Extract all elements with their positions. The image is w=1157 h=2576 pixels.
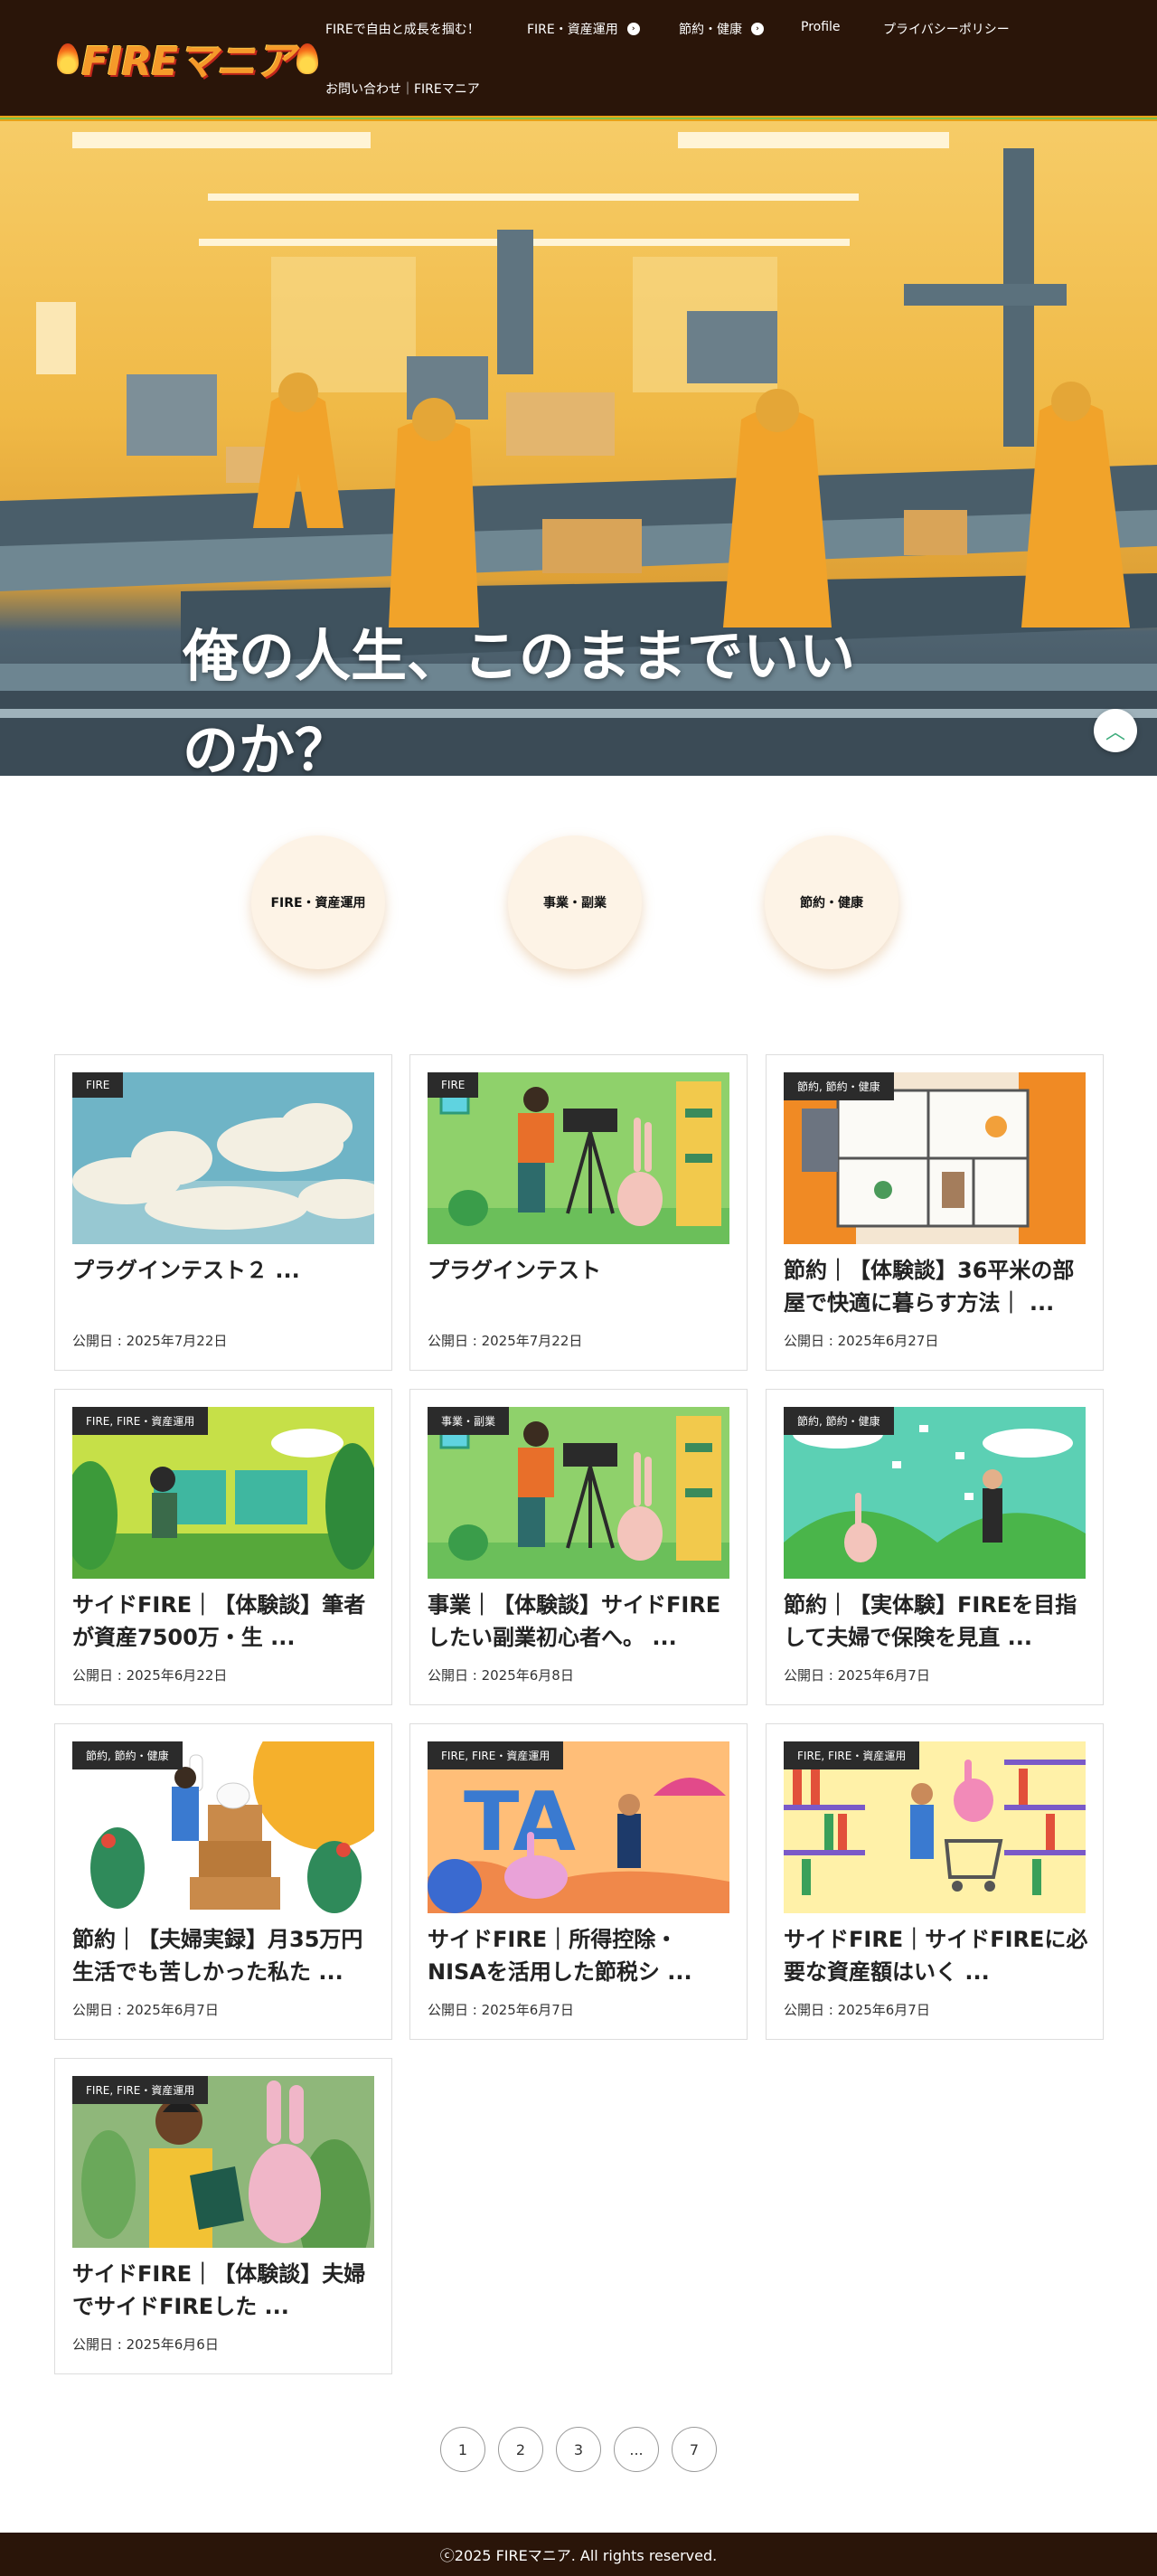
pagination-ellipsis: ... (614, 2427, 659, 2472)
nav-label: FIREで自由と成長を掴む！ (325, 23, 480, 37)
nav-label: FIRE・資産運用 (527, 23, 618, 37)
post-title[interactable]: 事業｜【体験談】サイドFIREしたい副業初心者へ。 ... (428, 1589, 733, 1654)
hero-banner: 俺の人生、このままでいいのか？ ︿ (0, 121, 1157, 776)
site-footer: ⓒ2025 FIREマニア. All rights reserved. (0, 2533, 1157, 2576)
post-date: 公開日 : 2025年6月22日 (72, 1667, 228, 1684)
page-button-1[interactable]: 1 (440, 2427, 485, 2472)
chevron-right-icon: › (626, 23, 640, 35)
post-date: 公開日 : 2025年6月7日 (72, 2002, 219, 2018)
nav-item-home[interactable]: FIREで自由と成長を掴む！ (325, 20, 480, 38)
footer-copyright: ⓒ2025 FIREマニア. All rights reserved. (439, 2547, 718, 2564)
post-category-tag[interactable]: 事業・副業 (428, 1407, 510, 1435)
post-card[interactable]: 節約, 節約・健康節約｜【夫婦実録】月35万円生活でも苦しかった私た ... 公開… (54, 1723, 392, 2040)
post-card[interactable]: FIRE, FIRE・資産運用サイドFIRE｜サイドFIREに必要な資産額はいく… (766, 1723, 1104, 2040)
post-category-tag[interactable]: 節約, 節約・健康 (72, 1741, 183, 1769)
page-button-2[interactable]: 2 (498, 2427, 543, 2472)
post-date: 公開日 : 2025年6月7日 (428, 2002, 574, 2018)
logo-text: FIREマニア (81, 39, 295, 85)
chevron-right-icon: › (751, 23, 764, 35)
post-card[interactable]: 節約, 節約・健康節約｜【実体験】FIREを目指して夫婦で保険を見直 ... 公開… (766, 1389, 1104, 1705)
nav-label: お問い合わせ｜FIREマニア (325, 82, 480, 97)
post-category-tag[interactable]: 節約, 節約・健康 (784, 1072, 894, 1100)
category-saving-health[interactable]: 節約・健康 (765, 835, 898, 969)
nav-item-profile[interactable]: Profile (801, 20, 841, 34)
category-business-sidejob[interactable]: 事業・副業 (508, 835, 642, 969)
post-category-tag[interactable]: 節約, 節約・健康 (784, 1407, 894, 1435)
post-title[interactable]: プラグインテスト２ ... (72, 1254, 378, 1287)
post-title[interactable]: 節約｜【夫婦実録】月35万円生活でも苦しかった私た ... (72, 1923, 378, 1988)
main-nav: FIREで自由と成長を掴む！ FIRE・資産運用 › 節約・健康 › Profi… (325, 0, 1139, 116)
post-category-tag[interactable]: FIRE, FIRE・資産運用 (784, 1741, 920, 1769)
nav-label: Profile (801, 20, 841, 34)
post-date: 公開日 : 2025年6月7日 (784, 1667, 930, 1684)
post-date: 公開日 : 2025年7月22日 (72, 1333, 228, 1349)
post-card[interactable]: 事業・副業事業｜【体験談】サイドFIREしたい副業初心者へ。 ... 公開日 : … (409, 1389, 748, 1705)
svg-text:TA: TA (464, 1775, 576, 1870)
post-date: 公開日 : 2025年6月27日 (784, 1333, 939, 1349)
post-title[interactable]: 節約｜【実体験】FIREを目指して夫婦で保険を見直 ... (784, 1589, 1089, 1654)
nav-item-privacy-policy[interactable]: プライバシーポリシー (883, 20, 1010, 38)
post-date: 公開日 : 2025年7月22日 (428, 1333, 583, 1349)
post-title[interactable]: サイドFIRE｜サイドFIREに必要な資産額はいく ... (784, 1923, 1089, 1988)
post-card[interactable]: TA FIRE, FIRE・資産運用サイドFIRE｜所得控除・NISAを活用した節… (409, 1723, 748, 2040)
nav-item-fire-investment[interactable]: FIRE・資産運用 › (527, 20, 640, 38)
post-thumbnail[interactable] (428, 1072, 729, 1244)
post-card[interactable]: FIRE, FIRE・資産運用サイドFIRE｜【体験談】夫婦でサイドFIREした… (54, 2058, 392, 2374)
site-logo[interactable]: FIREマニア (54, 33, 321, 85)
post-card[interactable]: FIRE, FIRE・資産運用サイドFIRE｜【体験談】筆者が資産7500万・生… (54, 1389, 392, 1705)
post-title[interactable]: サイドFIRE｜【体験談】筆者が資産7500万・生 ... (72, 1589, 378, 1654)
flame-icon (294, 40, 321, 76)
post-category-tag[interactable]: FIRE, FIRE・資産運用 (428, 1741, 564, 1769)
post-date: 公開日 : 2025年6月6日 (72, 2336, 219, 2353)
nav-label: 節約・健康 (679, 23, 742, 37)
post-title[interactable]: プラグインテスト (428, 1254, 733, 1287)
category-fire-investment[interactable]: FIRE・資産運用 (251, 835, 385, 969)
flame-icon (54, 40, 81, 76)
post-card[interactable]: FIRE プラグインテスト公開日 : 2025年7月22日 (409, 1054, 748, 1371)
chevron-up-icon[interactable]: ︿ (1094, 709, 1137, 752)
nav-item-saving-health[interactable]: 節約・健康 › (679, 20, 764, 38)
post-title[interactable]: サイドFIRE｜所得控除・NISAを活用した節税シ ... (428, 1923, 733, 1988)
hero-title: 俺の人生、このままでいいのか？ (183, 623, 856, 776)
post-title[interactable]: サイドFIRE｜【体験談】夫婦でサイドFIREした ... (72, 2258, 378, 2323)
post-thumbnail[interactable] (72, 1072, 374, 1244)
post-date: 公開日 : 2025年6月7日 (784, 2002, 930, 2018)
post-title[interactable]: 節約｜【体験談】36平米の部屋で快適に暮らす方法｜ ... (784, 1254, 1089, 1319)
post-category-tag[interactable]: FIRE, FIRE・資産運用 (72, 1407, 209, 1435)
post-category-tag[interactable]: FIRE, FIRE・資産運用 (72, 2076, 209, 2104)
post-date: 公開日 : 2025年6月8日 (428, 1667, 574, 1684)
site-header: FIREマニア FIREで自由と成長を掴む！ FIRE・資産運用 › 節約・健康… (0, 0, 1157, 116)
nav-label: プライバシーポリシー (883, 23, 1010, 37)
post-category-tag[interactable]: FIRE (72, 1072, 124, 1098)
post-card[interactable]: 節約, 節約・健康節約｜【体験談】36平米の部屋で快適に暮らす方法｜ ... 公開… (766, 1054, 1104, 1371)
page-button-7[interactable]: 7 (672, 2427, 717, 2472)
post-category-tag[interactable]: FIRE (428, 1072, 479, 1098)
page-button-3[interactable]: 3 (556, 2427, 601, 2472)
nav-item-contact[interactable]: お問い合わせ｜FIREマニア (325, 80, 480, 98)
post-card[interactable]: FIRE プラグインテスト２ ... 公開日 : 2025年7月22日 (54, 1054, 392, 1371)
